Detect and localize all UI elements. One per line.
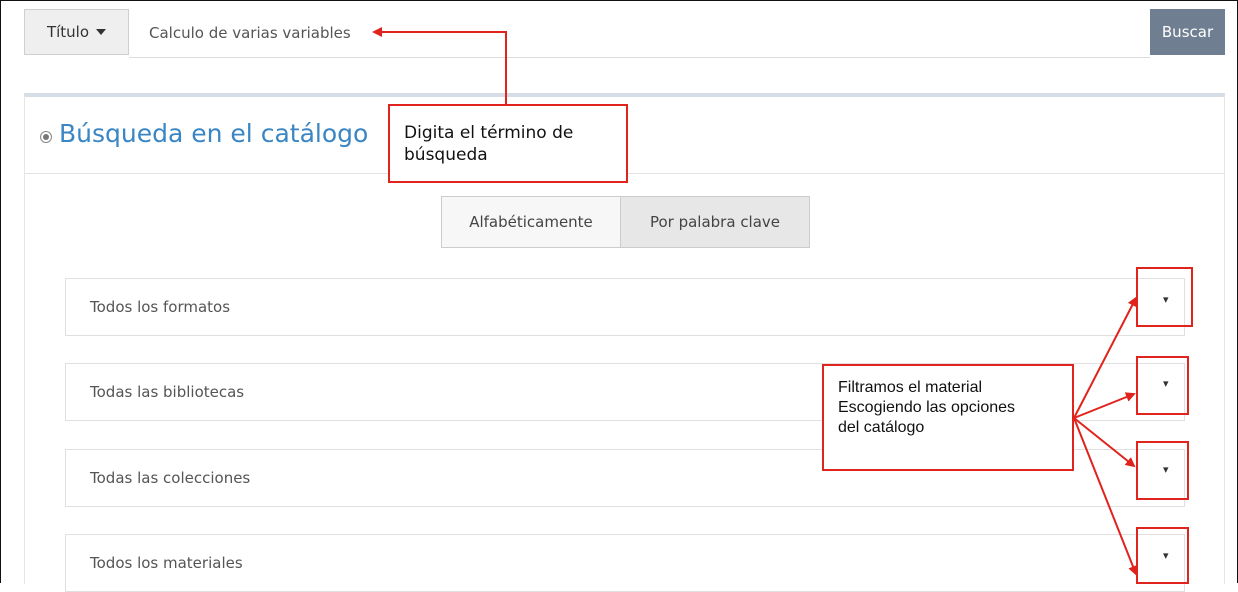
tab-keyword[interactable]: Por palabra clave <box>621 196 810 248</box>
search-button[interactable]: Buscar <box>1150 9 1225 55</box>
tab-alphabetical[interactable]: Alfabéticamente <box>441 196 621 248</box>
filter-materials[interactable]: Todos los materiales <box>65 534 1185 592</box>
search-bar: Título Calculo de varias variables Busca… <box>24 9 1225 59</box>
search-field-selector[interactable]: Título <box>24 9 129 55</box>
filter-formats[interactable]: Todos los formatos <box>65 278 1185 336</box>
filter-collections-label: Todas las colecciones <box>90 469 251 487</box>
filter-formats-label: Todos los formatos <box>90 298 231 316</box>
callout-search-term: Digita el término de búsqueda <box>388 104 628 183</box>
callout-filters: Filtramos el material Escogiendo las opc… <box>822 364 1074 471</box>
search-field-label: Título <box>46 23 90 41</box>
caret-down-icon <box>96 29 107 35</box>
highlight-box <box>1136 527 1189 584</box>
radio-selected-icon[interactable] <box>40 131 52 143</box>
filter-libraries-label: Todas las bibliotecas <box>90 383 245 401</box>
highlight-box <box>1136 356 1189 415</box>
search-mode-toggle: Alfabéticamente Por palabra clave <box>441 196 810 248</box>
filter-materials-label: Todos los materiales <box>90 554 243 572</box>
highlight-box <box>1136 267 1193 327</box>
search-query-text: Calculo de varias variables <box>149 24 351 42</box>
highlight-box <box>1136 441 1189 500</box>
search-input[interactable]: Calculo de varias variables <box>129 9 1150 58</box>
callout-filters-text: Filtramos el material Escogiendo las opc… <box>838 379 1016 436</box>
panel-title: Búsqueda en el catálogo <box>59 119 369 148</box>
